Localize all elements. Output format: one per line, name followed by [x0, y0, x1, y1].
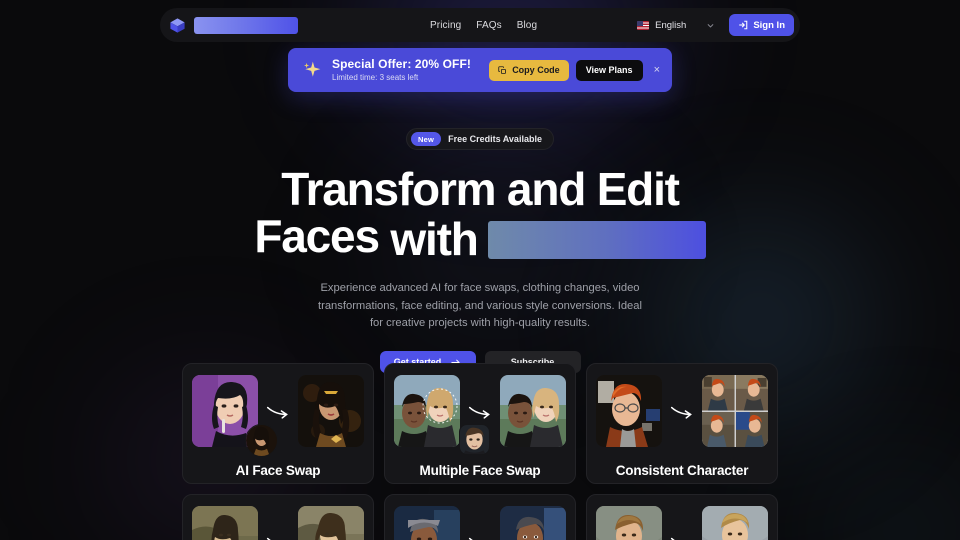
card-title: Multiple Face Swap	[419, 463, 541, 478]
grid-cell	[702, 411, 735, 447]
brand[interactable]	[169, 16, 298, 34]
free-credits-label: Free Credits Available	[448, 134, 542, 144]
hero-section: New Free Credits Available Transform and…	[0, 128, 960, 374]
arrow-right-icon	[266, 537, 271, 540]
grid-cell	[735, 375, 768, 411]
nav-link-pricing[interactable]: Pricing	[430, 20, 461, 31]
card-visual	[596, 375, 768, 447]
view-plans-button[interactable]: View Plans	[575, 59, 643, 81]
hero-title-line2: with	[390, 213, 706, 266]
promo-actions: Copy Code View Plans ×	[489, 59, 664, 81]
card-visual	[394, 506, 566, 540]
result-image	[298, 375, 364, 447]
chevron-down-icon	[707, 23, 714, 28]
sign-in-icon	[739, 20, 748, 30]
promo-subtitle: Limited time: 3 seats left	[332, 73, 419, 83]
overlay-face-thumbnail	[459, 424, 490, 455]
result-image	[500, 506, 566, 540]
arrow-right-icon	[670, 537, 675, 540]
source-image	[394, 506, 460, 540]
copy-code-label: Copy Code	[512, 65, 560, 75]
arrow-right-icon	[468, 406, 490, 419]
feature-card-style-transfer[interactable]	[182, 494, 374, 540]
close-icon[interactable]: ×	[650, 63, 664, 78]
card-title: Consistent Character	[615, 463, 749, 478]
promo-banner: Special Offer: 20% OFF! Limited time: 3 …	[288, 48, 672, 92]
language-label: English	[655, 19, 687, 31]
background-glow-bottom-right	[770, 420, 960, 540]
result-image-grid	[702, 375, 768, 447]
card-visual	[596, 506, 768, 540]
source-image	[596, 506, 662, 540]
card-title: AI Face Swap	[235, 463, 321, 478]
feature-card-grid: AI Face Swap Multiple Face Swap Consiste…	[182, 363, 778, 540]
arrow-right-icon	[468, 537, 473, 540]
nav-link-blog[interactable]: Blog	[517, 20, 537, 31]
page-root: Pricing FAQs Blog English Sign In Specia…	[0, 0, 960, 540]
overlay-face-thumbnail	[245, 424, 278, 457]
grid-cell	[702, 375, 735, 411]
result-image	[500, 375, 566, 447]
sparkle-icon	[304, 61, 321, 77]
hero-title-brand-placeholder	[487, 220, 706, 259]
page-title: Transform and Edit Faces with	[0, 166, 960, 263]
grid-cell	[735, 411, 768, 447]
card-visual	[192, 506, 364, 540]
result-image	[298, 506, 364, 540]
copy-icon	[498, 65, 507, 74]
promo-text: Special Offer: 20% OFF! Limited time: 3 …	[332, 57, 471, 83]
us-flag-icon	[637, 20, 650, 30]
sign-in-label: Sign In	[753, 19, 785, 31]
language-selector[interactable]: English	[633, 17, 719, 34]
cube-logo-icon	[170, 17, 185, 33]
copy-code-button[interactable]: Copy Code	[489, 59, 569, 81]
free-credits-badge[interactable]: New Free Credits Available	[406, 128, 554, 150]
navbar: Pricing FAQs Blog English Sign In	[160, 8, 800, 42]
hero-title-with: with	[390, 213, 478, 266]
promo-title: Special Offer: 20% OFF!	[332, 57, 471, 71]
sign-in-button[interactable]: Sign In	[729, 14, 794, 36]
arrow-right-icon	[670, 406, 692, 419]
result-image	[702, 506, 768, 540]
brand-name-placeholder	[194, 16, 298, 34]
navbar-right: English Sign In	[633, 14, 794, 36]
nav-links: Pricing FAQs Blog	[430, 20, 537, 31]
card-visual	[192, 375, 364, 457]
feature-card-consistent-character[interactable]: Consistent Character	[586, 363, 778, 484]
feature-card-portrait-enhance[interactable]	[586, 494, 778, 540]
source-image	[394, 375, 460, 447]
arrow-right-icon	[266, 406, 288, 419]
hero-subtitle: Experience advanced AI for face swaps, c…	[318, 282, 642, 329]
feature-card-ai-face-swap[interactable]: AI Face Swap	[182, 363, 374, 484]
feature-card-video-swap[interactable]	[384, 494, 576, 540]
source-image	[596, 375, 662, 447]
source-image	[192, 506, 258, 540]
feature-card-multiple-face-swap[interactable]: Multiple Face Swap	[384, 363, 576, 484]
new-badge: New	[411, 132, 442, 146]
nav-link-faqs[interactable]: FAQs	[476, 20, 501, 31]
card-visual	[394, 375, 566, 455]
